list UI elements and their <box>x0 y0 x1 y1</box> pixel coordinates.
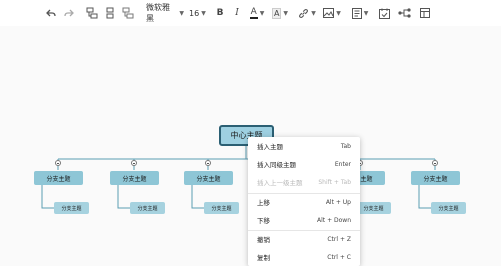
menu-item-shortcut: Alt + Down <box>317 216 351 224</box>
chevron-down-icon: ▼ <box>283 9 289 17</box>
redo-icon <box>64 9 74 17</box>
leaf-topic-3[interactable]: 分支主题 <box>204 202 239 214</box>
image-icon <box>323 8 335 18</box>
collapse-toggle-icon[interactable] <box>55 160 61 166</box>
calendar-check-icon <box>378 8 390 19</box>
insert-child-button[interactable] <box>85 4 99 22</box>
layout-button[interactable] <box>418 4 432 22</box>
menu-item-undo[interactable]: 撤销 Ctrl + Z <box>248 230 360 248</box>
mindmap-app: 微软雅黑 ▼ 16 ▼ B I A ▼ A ▼ ▼ ▼ ▼ 中心主题 分支主题 … <box>0 0 501 266</box>
menu-item-label: 上移 <box>257 199 270 207</box>
menu-item-insert-parent: 插入上一级主题 Shift + Tab <box>248 173 360 191</box>
chevron-down-icon: ▼ <box>201 9 206 17</box>
italic-button[interactable]: I <box>231 4 243 22</box>
menu-item-shortcut: Ctrl + C <box>327 253 351 261</box>
chevron-down-icon: ▼ <box>336 9 341 17</box>
layout-icon <box>420 8 430 18</box>
note-icon <box>351 7 362 19</box>
menu-item-label: 插入同级主题 <box>257 161 296 169</box>
insert-parent-button[interactable] <box>121 4 135 22</box>
redo-button[interactable] <box>62 4 76 22</box>
chevron-down-icon: ▼ <box>363 9 369 17</box>
leaf-topic-2[interactable]: 分支主题 <box>130 202 165 214</box>
menu-item-copy[interactable]: 复制 Ctrl + C <box>248 248 360 266</box>
branch-topic-3[interactable]: 分支主题 <box>184 171 233 185</box>
undo-icon <box>46 9 56 17</box>
menu-item-shortcut: Tab <box>340 142 351 150</box>
highlight-glyph: A <box>273 8 280 18</box>
font-color-glyph: A <box>250 6 257 17</box>
branch-topic-5[interactable]: 分支主题 <box>411 171 460 185</box>
link-button[interactable]: ▼ <box>296 4 318 22</box>
menu-item-shortcut: Alt + Up <box>325 198 351 206</box>
leaf-topic-5[interactable]: 分支主题 <box>431 202 466 214</box>
bold-button[interactable]: B <box>214 4 226 22</box>
font-color-swatch <box>249 16 258 19</box>
font-size-select[interactable]: 16 ▼ <box>189 4 211 22</box>
image-button[interactable]: ▼ <box>321 4 343 22</box>
structure-button[interactable] <box>397 4 411 22</box>
menu-item-label: 撤销 <box>257 236 270 244</box>
menu-item-label: 下移 <box>257 217 270 225</box>
menu-item-insert-sibling[interactable]: 插入同级主题 Enter <box>248 155 360 173</box>
menu-item-label: 复制 <box>257 254 270 262</box>
menu-item-insert-child[interactable]: 插入主题 Tab <box>248 137 360 155</box>
insert-sibling-icon <box>106 7 114 19</box>
menu-item-shortcut: Shift + Tab <box>318 178 351 186</box>
menu-item-move-up[interactable]: 上移 Alt + Up <box>248 193 360 211</box>
undo-button[interactable] <box>44 4 58 22</box>
link-icon <box>299 8 309 18</box>
toolbar: 微软雅黑 ▼ 16 ▼ B I A ▼ A ▼ ▼ ▼ ▼ <box>0 0 501 26</box>
note-button[interactable]: ▼ <box>349 4 371 22</box>
structure-icon <box>397 8 411 18</box>
chevron-down-icon: ▼ <box>311 9 316 17</box>
leaf-topic-1[interactable]: 分支主题 <box>54 202 89 214</box>
context-menu: 插入主题 Tab 插入同级主题 Enter 插入上一级主题 Shift + Ta… <box>248 137 360 266</box>
leaf-topic-4[interactable]: 分支主题 <box>356 202 391 214</box>
font-color-button[interactable]: A ▼ <box>247 4 267 22</box>
font-size-value: 16 <box>189 8 200 18</box>
menu-item-label: 插入上一级主题 <box>257 179 303 187</box>
branch-topic-1[interactable]: 分支主题 <box>34 171 83 185</box>
highlight-button[interactable]: A ▼ <box>270 4 290 22</box>
chevron-down-icon: ▼ <box>179 9 184 17</box>
chevron-down-icon: ▼ <box>259 9 265 17</box>
insert-child-icon <box>86 7 98 19</box>
font-color-icon: A <box>249 6 258 19</box>
collapse-toggle-icon[interactable] <box>432 160 438 166</box>
font-family-value: 微软雅黑 <box>146 3 170 23</box>
insert-parent-icon <box>122 7 134 19</box>
menu-item-move-down[interactable]: 下移 Alt + Down <box>248 211 360 229</box>
font-family-select[interactable]: 微软雅黑 ▼ <box>146 3 184 23</box>
menu-item-shortcut: Enter <box>334 160 351 168</box>
menu-item-label: 插入主题 <box>257 143 283 151</box>
menu-item-shortcut: Ctrl + Z <box>327 235 351 243</box>
collapse-toggle-icon[interactable] <box>205 160 211 166</box>
highlight-icon: A <box>271 7 282 19</box>
insert-sibling-button[interactable] <box>103 4 117 22</box>
collapse-toggle-icon[interactable] <box>131 160 137 166</box>
branch-topic-2[interactable]: 分支主题 <box>110 171 159 185</box>
task-button[interactable] <box>377 4 391 22</box>
